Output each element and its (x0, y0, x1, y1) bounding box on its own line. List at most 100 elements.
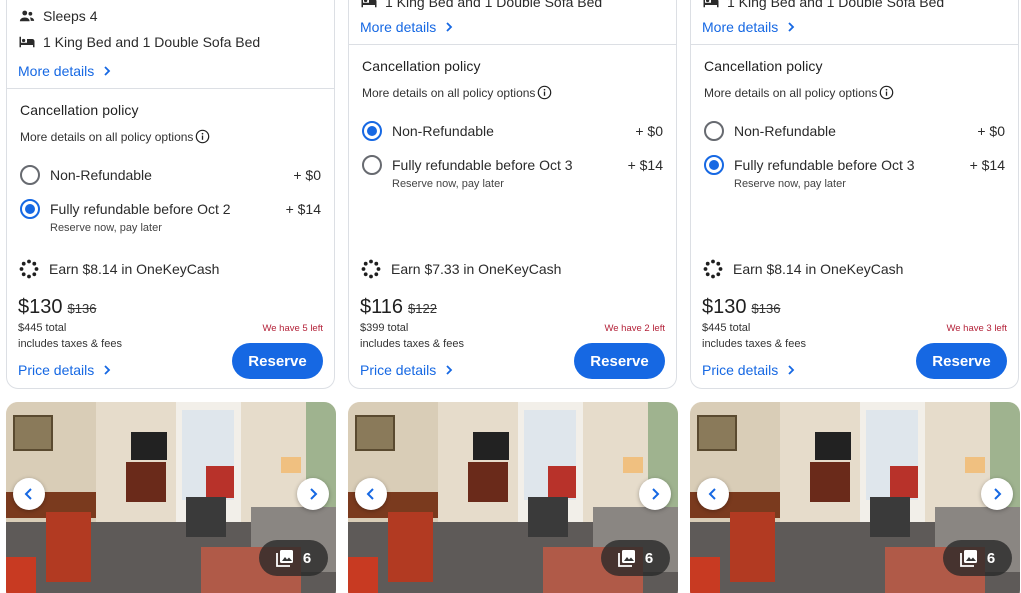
room-card: 1 King Bed and 1 Double Sofa Bed More de… (348, 0, 677, 389)
option-label: Non-Refundable (392, 123, 494, 139)
taxes-note: includes taxes & fees (702, 338, 806, 350)
photo-count: 6 (644, 549, 654, 567)
more-details-link[interactable]: More details (360, 19, 455, 35)
option-non-refundable[interactable]: Non-Refundable + $0 (20, 164, 321, 186)
gallery-icon (275, 550, 293, 567)
option-fully-refundable[interactable]: Fully refundable before Oct 3 + $14 (362, 154, 663, 176)
people-icon (19, 10, 35, 22)
photo-gallery-button[interactable]: 6 (601, 540, 670, 576)
more-details-link[interactable]: More details (18, 63, 113, 79)
divider (349, 44, 676, 45)
option-label: Fully refundable before Oct 2 (50, 201, 231, 217)
option-price: + $14 (969, 157, 1005, 173)
photo-count: 6 (302, 549, 312, 567)
cancellation-subtitle: More details on all policy options (704, 85, 894, 100)
next-photo-button[interactable] (297, 478, 329, 510)
option-price: + $14 (285, 201, 321, 217)
room-photo-carousel[interactable]: 6 (6, 402, 336, 593)
more-details-label: More details (702, 19, 779, 35)
photo-gallery-button[interactable]: 6 (259, 540, 328, 576)
option-label: Non-Refundable (50, 167, 152, 183)
chevron-right-icon (446, 365, 453, 375)
info-icon[interactable] (195, 129, 210, 144)
chevron-left-icon (708, 488, 716, 500)
price-details-label: Price details (360, 362, 437, 378)
more-details-link[interactable]: More details (702, 19, 797, 35)
chevron-left-icon (24, 488, 32, 500)
option-price: + $0 (293, 167, 321, 183)
price-details-label: Price details (18, 362, 95, 378)
feature-text: 1 King Bed and 1 Double Sofa Bed (385, 0, 603, 10)
availability-badge: We have 3 left (946, 323, 1007, 334)
next-photo-button[interactable] (639, 478, 671, 510)
chevron-right-icon (994, 488, 1002, 500)
radio-button[interactable] (20, 165, 40, 185)
feature-text: Sleeps 4 (43, 8, 98, 24)
radio-button-selected[interactable] (20, 199, 40, 219)
option-fully-refundable[interactable]: Fully refundable before Oct 3 + $14 (704, 154, 1005, 176)
info-icon[interactable] (879, 85, 894, 100)
current-price: $130 (18, 296, 63, 318)
earn-text: Earn $7.33 in OneKeyCash (391, 261, 562, 277)
reserve-button[interactable]: Reserve (574, 343, 665, 379)
option-non-refundable[interactable]: Non-Refundable + $0 (704, 120, 1005, 142)
current-price: $116 (360, 296, 404, 318)
price-details-label: Price details (702, 362, 779, 378)
option-label: Non-Refundable (734, 123, 836, 139)
total-price: $445 total (702, 322, 751, 334)
option-note: Reserve now, pay later (734, 178, 846, 190)
next-photo-button[interactable] (981, 478, 1013, 510)
cancellation-subtitle: More details on all policy options (362, 85, 552, 100)
chevron-right-icon (652, 488, 660, 500)
previous-photo-button[interactable] (355, 478, 387, 510)
chevron-right-icon (788, 22, 795, 32)
reserve-button[interactable]: Reserve (916, 343, 1007, 379)
chevron-right-icon (446, 22, 453, 32)
info-icon[interactable] (537, 85, 552, 100)
option-price: + $0 (635, 123, 663, 139)
more-details-label: More details (360, 19, 437, 35)
feature-text: 1 King Bed and 1 Double Sofa Bed (727, 0, 945, 10)
bed-icon (703, 0, 719, 8)
chevron-right-icon (788, 365, 795, 375)
room-photo-carousel[interactable]: 6 (348, 402, 678, 593)
feature-beds: 1 King Bed and 1 Double Sofa Bed (360, 0, 602, 11)
radio-button-selected[interactable] (362, 121, 382, 141)
radio-button[interactable] (362, 155, 382, 175)
option-fully-refundable[interactable]: Fully refundable before Oct 2 + $14 (20, 198, 321, 220)
photo-count: 6 (986, 549, 996, 567)
bed-icon (19, 36, 35, 48)
feature-sleeps: Sleeps 4 (18, 7, 97, 25)
room-photo-carousel[interactable]: 6 (690, 402, 1020, 593)
option-price: + $14 (627, 157, 663, 173)
cancellation-title: Cancellation policy (362, 58, 481, 74)
more-details-label: More details (18, 63, 95, 79)
onekeycash-earn: Earn $8.14 in OneKeyCash (19, 259, 219, 279)
onekeycash-icon (703, 259, 723, 279)
option-label: Fully refundable before Oct 3 (734, 157, 915, 173)
feature-beds: 1 King Bed and 1 Double Sofa Bed (702, 0, 944, 11)
option-note: Reserve now, pay later (50, 222, 162, 234)
option-non-refundable[interactable]: Non-Refundable + $0 (362, 120, 663, 142)
chevron-right-icon (104, 66, 111, 76)
availability-badge: We have 2 left (604, 323, 665, 334)
availability-badge: We have 5 left (262, 323, 323, 334)
price-details-link[interactable]: Price details (360, 362, 455, 378)
price-row: $130 $136 (18, 296, 96, 319)
price-row: $130 $136 (702, 296, 780, 319)
cancellation-subtitle: More details on all policy options (20, 129, 210, 144)
current-price: $130 (702, 296, 747, 318)
option-price: + $0 (977, 123, 1005, 139)
radio-button[interactable] (704, 121, 724, 141)
previous-photo-button[interactable] (13, 478, 45, 510)
reserve-button[interactable]: Reserve (232, 343, 323, 379)
price-details-link[interactable]: Price details (702, 362, 797, 378)
previous-photo-button[interactable] (697, 478, 729, 510)
radio-button-selected[interactable] (704, 155, 724, 175)
option-note: Reserve now, pay later (392, 178, 504, 190)
total-price: $445 total (18, 322, 67, 334)
earn-text: Earn $8.14 in OneKeyCash (49, 261, 220, 277)
price-details-link[interactable]: Price details (18, 362, 113, 378)
earn-text: Earn $8.14 in OneKeyCash (733, 261, 904, 277)
photo-gallery-button[interactable]: 6 (943, 540, 1012, 576)
